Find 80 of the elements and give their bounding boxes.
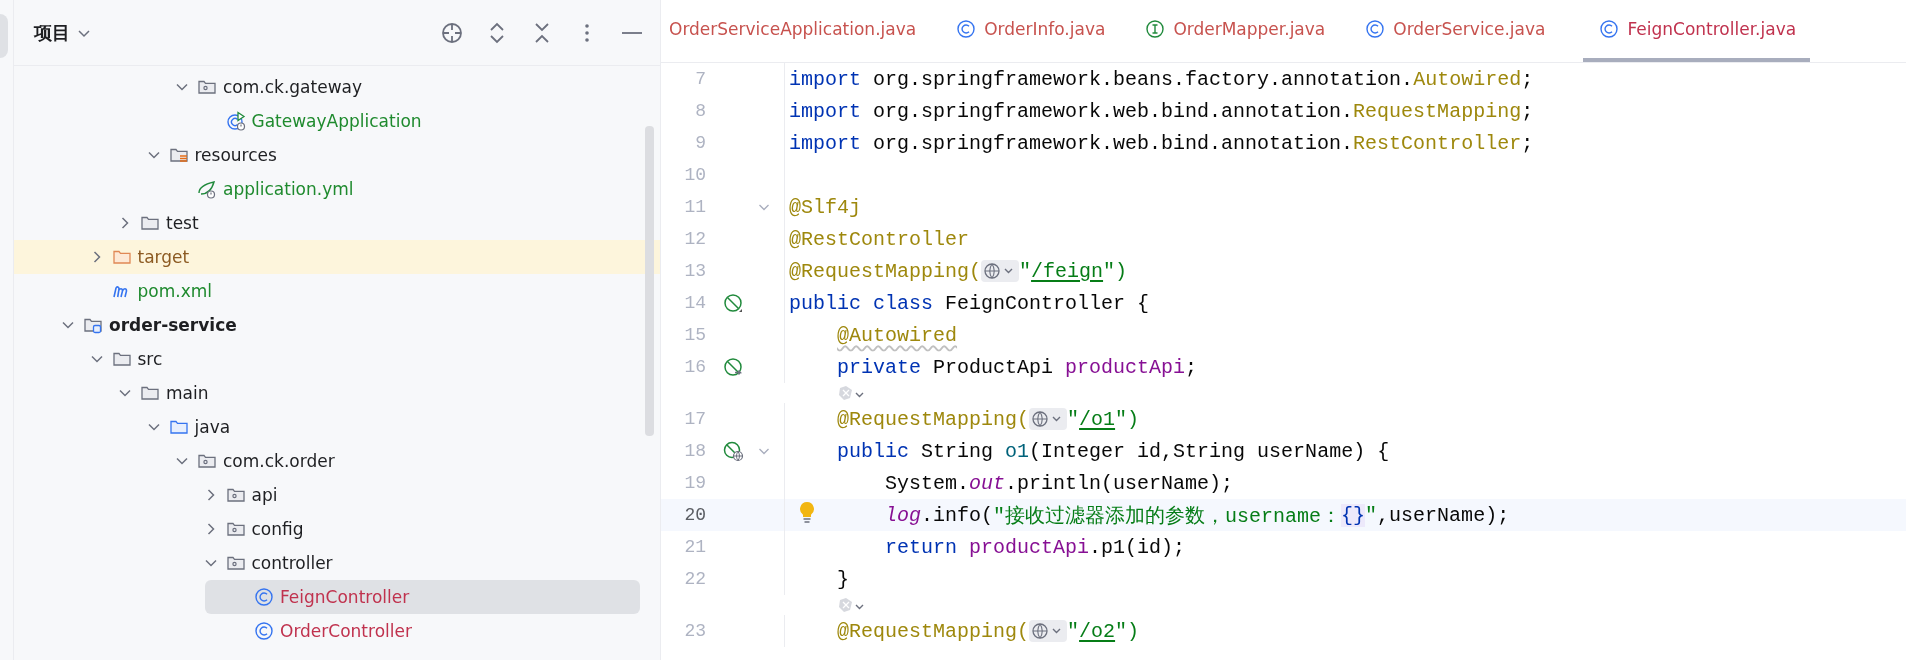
tree-item[interactable]: config bbox=[176, 512, 640, 546]
line-number: 19 bbox=[683, 473, 706, 493]
line-number: 8 bbox=[694, 101, 706, 121]
line-number: 20 bbox=[683, 505, 706, 525]
line-number: 14 bbox=[683, 293, 706, 313]
tree-item-label: application.yml bbox=[223, 179, 354, 199]
class-icon bbox=[254, 621, 274, 641]
tree-item-label: FeignController bbox=[280, 587, 410, 607]
code-line: @RequestMapping( "/o1") bbox=[836, 407, 1140, 431]
code-line: import org.springframework.web.bind.annotation.RequestMapping; bbox=[788, 99, 1534, 123]
editor-tab[interactable]: OrderServiceApplication.java bbox=[667, 0, 919, 62]
line-number: 12 bbox=[683, 229, 706, 249]
tree-item[interactable]: FeignController bbox=[205, 580, 640, 614]
class-icon bbox=[1599, 19, 1620, 39]
line-number: 9 bbox=[694, 133, 706, 153]
code-line: @RequestMapping( "/feign") bbox=[788, 259, 1128, 283]
tree-item[interactable]: com.ck.order bbox=[148, 444, 640, 478]
lightbulb-icon[interactable] bbox=[797, 500, 817, 525]
tree-item-label: pom.xml bbox=[137, 281, 212, 301]
class-icon bbox=[1365, 19, 1386, 39]
code-line: System.out.println(userName); bbox=[884, 471, 1234, 495]
code-line: log.info("接收过滤器添加的参数，username：{}",userName); bbox=[785, 501, 1510, 529]
tree-item[interactable]: api bbox=[176, 478, 640, 512]
tree-item[interactable]: test bbox=[91, 206, 640, 240]
class-run-icon bbox=[225, 111, 246, 131]
globe-hint-icon[interactable] bbox=[981, 260, 1020, 282]
tree-item[interactable]: java bbox=[119, 410, 640, 444]
code-line: public String o1(Integer id,String userName) { bbox=[836, 439, 1390, 463]
code-line: } bbox=[836, 567, 850, 591]
tree-item[interactable]: pom.xml bbox=[62, 274, 640, 308]
inlay-hint-icon[interactable] bbox=[837, 384, 865, 402]
code-line: public class FeignController { bbox=[788, 291, 1150, 315]
autowire-icon[interactable] bbox=[723, 356, 744, 378]
line-number: 21 bbox=[683, 537, 706, 557]
code-line: @RequestMapping( "/o2") bbox=[836, 619, 1140, 643]
scrollbar[interactable] bbox=[645, 126, 654, 436]
tree-item[interactable]: application.yml bbox=[148, 172, 640, 206]
globe-hint-icon[interactable] bbox=[1029, 408, 1068, 430]
line-number: 17 bbox=[683, 409, 706, 429]
code-line: @RestController bbox=[788, 227, 970, 251]
line-number: 15 bbox=[683, 325, 706, 345]
tree-item[interactable]: main bbox=[91, 376, 640, 410]
line-number: 18 bbox=[683, 441, 706, 461]
tree-item[interactable]: GatewayApplication bbox=[176, 104, 640, 138]
line-number: 11 bbox=[683, 197, 706, 217]
line-number: 13 bbox=[683, 261, 706, 281]
spring-leaf-icon bbox=[197, 179, 217, 199]
code-line: @Autowired bbox=[836, 323, 958, 347]
endpoint-icon[interactable] bbox=[723, 440, 744, 462]
class-icon bbox=[956, 19, 977, 39]
tree-item[interactable]: OrderController bbox=[205, 614, 640, 648]
editor-tab[interactable]: OrderService.java bbox=[1363, 0, 1548, 62]
tree-item[interactable]: src bbox=[62, 342, 640, 376]
code-line: private ProductApi productApi; bbox=[836, 355, 1198, 379]
line-number: 7 bbox=[694, 69, 706, 89]
tree-item-label: OrderController bbox=[280, 621, 412, 641]
interface-icon bbox=[1145, 19, 1166, 39]
line-number: 16 bbox=[683, 357, 706, 377]
editor-tab[interactable]: OrderInfo.java bbox=[954, 0, 1108, 62]
editor-tab[interactable]: OrderMapper.java bbox=[1143, 0, 1328, 62]
tree-item[interactable]: controller bbox=[176, 546, 640, 580]
tree-item[interactable]: order-service bbox=[34, 308, 640, 342]
tree-item-label: GatewayApplication bbox=[251, 111, 422, 131]
line-number: 23 bbox=[683, 621, 706, 641]
tree-item[interactable]: com.ck.gateway bbox=[148, 70, 640, 104]
editor-tab[interactable]: FeignController.java bbox=[1583, 0, 1811, 62]
code-line: @Slf4j bbox=[788, 195, 861, 219]
panel-title[interactable]: 项目 bbox=[34, 20, 70, 45]
bean-icon[interactable] bbox=[723, 292, 744, 314]
code-line: return productApi.p1(id); bbox=[884, 535, 1186, 559]
line-number: 10 bbox=[683, 165, 706, 185]
code-line: import org.springframework.beans.factory.annotation.Autowired; bbox=[788, 67, 1534, 91]
tree-item[interactable]: resources bbox=[119, 138, 640, 172]
tree-item-label: target bbox=[137, 247, 190, 267]
class-icon bbox=[254, 587, 274, 607]
inlay-hint-icon[interactable] bbox=[837, 596, 865, 614]
crosshair-icon[interactable] bbox=[440, 20, 464, 45]
code-line: import org.springframework.web.bind.annotation.RestController; bbox=[788, 131, 1534, 155]
globe-hint-icon[interactable] bbox=[1029, 620, 1068, 642]
line-number: 22 bbox=[683, 569, 706, 589]
